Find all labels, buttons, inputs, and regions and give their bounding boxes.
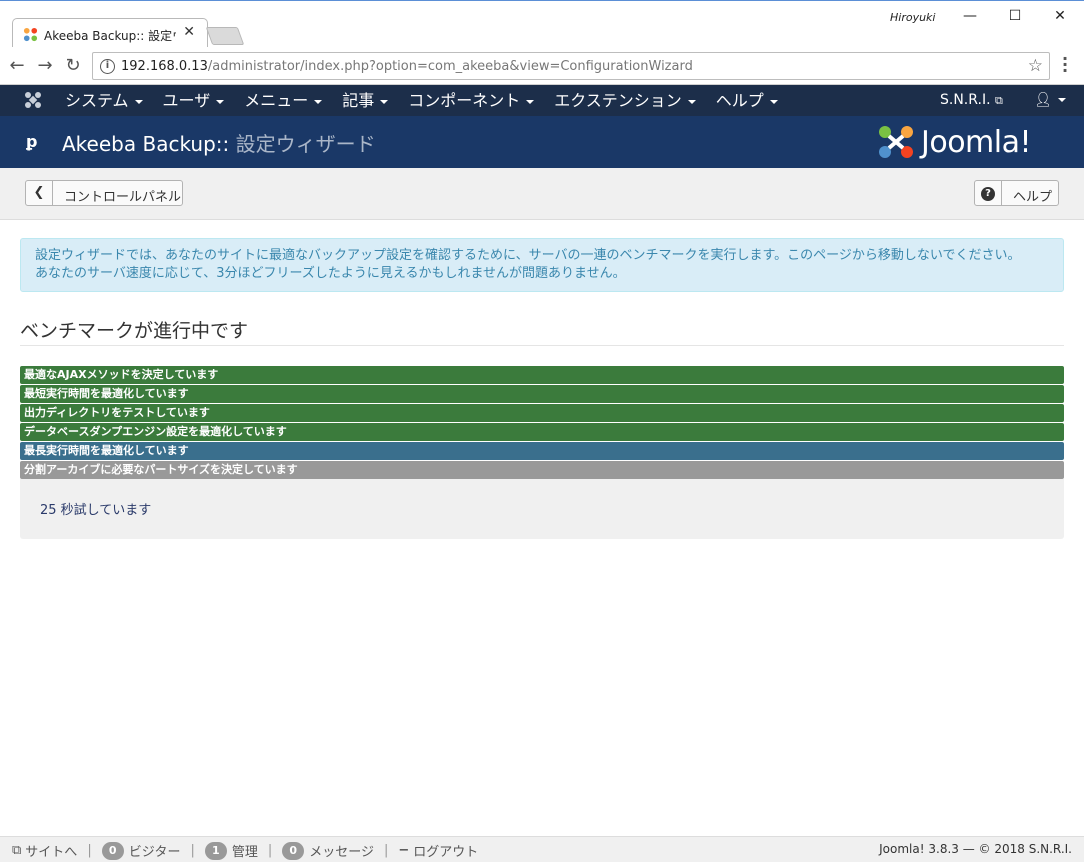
caret-down-icon [380, 99, 389, 104]
tab-title: Akeeba Backup:: 設定ウィ [44, 29, 176, 43]
external-link-icon: ⧉ [12, 843, 22, 858]
menu-content[interactable]: 記事 [342, 85, 408, 116]
admins-status[interactable]: 1 管理 [204, 841, 258, 860]
window-user: Hiroyuki [890, 11, 936, 24]
alert-line-1: 設定ウィザードでは、あなたのサイトに最適なバックアップ設定を確認するために、サー… [35, 248, 1021, 263]
step-db-dump-engine: データベースダンプエンジン設定を最適化しています [20, 423, 1064, 441]
back-arrow-icon[interactable]: ← [6, 55, 28, 77]
menu-extensions[interactable]: エクステンション [554, 85, 716, 116]
messages-status[interactable]: 0 メッセージ [282, 841, 374, 860]
chevron-left-icon: ❮ [26, 181, 53, 205]
step-min-exec-time: 最短実行時間を最適化しています [20, 385, 1064, 403]
menu-users[interactable]: ユーザ [163, 85, 245, 116]
messages-badge: 0 [282, 841, 305, 860]
footer-left: ⧉ サイトへ | 0 ビジター | 1 管理 | 0 メッセージ | − ログアウト [12, 841, 479, 860]
info-alert: 設定ウィザードでは、あなたのサイトに最適なバックアップ設定を確認するために、サー… [20, 238, 1064, 292]
bookmark-star-icon[interactable]: ☆ [1028, 56, 1043, 76]
benchmark-steps: 最適なAJAXメソッドを決定しています 最短実行時間を最適化しています 出力ディ… [20, 366, 1064, 480]
joomla-brand-icon [879, 126, 913, 158]
step-output-directory: 出力ディレクトリをテストしています [20, 404, 1064, 422]
view-site-link[interactable]: ⧉ サイトへ [12, 841, 77, 860]
menu-menus[interactable]: メニュー [244, 85, 342, 116]
minimize-icon[interactable]: — [948, 5, 992, 27]
visitors-badge: 0 [101, 841, 124, 860]
minus-icon: − [398, 843, 410, 858]
browser-tab[interactable]: Akeeba Backup:: 設定ウィ ✕ [12, 18, 208, 48]
joomla-brand-logo: Joomla! [877, 123, 1059, 161]
admins-badge: 1 [204, 841, 227, 860]
user-menu[interactable]: 👤︎ [1034, 85, 1066, 116]
plug-icon: ꝑ [26, 132, 38, 151]
admin-menu: システム ユーザ メニュー 記事 コンポーネント エクステンション ヘルプ [65, 85, 798, 116]
caret-down-icon [769, 99, 778, 104]
joomla-logo-icon[interactable] [24, 91, 42, 109]
tab-close-icon[interactable]: ✕ [183, 24, 195, 40]
help-button[interactable]: ? ヘルプ [974, 180, 1059, 206]
status-footer: ⧉ サイトへ | 0 ビジター | 1 管理 | 0 メッセージ | − ログアウト Jo… [0, 836, 1084, 862]
site-link[interactable]: S.N.R.I. ⧉ [940, 85, 1003, 116]
menu-components[interactable]: コンポーネント [408, 85, 554, 116]
step-ajax-method: 最適なAJAXメソッドを決定しています [20, 366, 1064, 384]
caret-down-icon [216, 99, 225, 104]
step-part-size: 分割アーカイブに必要なパートサイズを決定しています [20, 461, 1064, 479]
question-circle-icon: ? [975, 181, 1002, 205]
footer-version: Joomla! 3.8.3 — © 2018 S.N.R.I. [879, 842, 1072, 856]
page-title: Akeeba Backup:: 設定ウィザード [62, 132, 376, 156]
status-text: 25 秒試しています [40, 503, 152, 518]
info-icon[interactable]: i [100, 59, 115, 74]
status-well: 25 秒試しています [20, 479, 1064, 539]
caret-down-icon [526, 99, 535, 104]
caret-down-icon [314, 99, 323, 104]
caret-down-icon [134, 99, 143, 104]
caret-down-icon [687, 99, 696, 104]
menu-system[interactable]: システム [65, 85, 163, 116]
page-header: ꝑ Akeeba Backup:: 設定ウィザード Joomla! [0, 116, 1084, 168]
user-icon: 👤︎ [1034, 92, 1052, 108]
alert-line-2: あなたのサーバ速度に応じて、3分ほどフリーズしたように見えるかもしれませんが問題… [35, 266, 626, 281]
maximize-icon[interactable]: ☐ [993, 5, 1037, 27]
visitors-status[interactable]: 0 ビジター [101, 841, 180, 860]
browser-tabstrip: Akeeba Backup:: 設定ウィ ✕ Hiroyuki — ☐ ✕ [0, 0, 1084, 48]
forward-arrow-icon[interactable]: → [34, 55, 56, 77]
url-text: 192.168.0.13/administrator/index.php?opt… [121, 59, 693, 74]
menu-help[interactable]: ヘルプ [716, 85, 798, 116]
benchmark-heading: ベンチマークが進行中です [20, 316, 1064, 346]
joomla-favicon-icon [23, 27, 38, 42]
logout-link[interactable]: − ログアウト [398, 841, 478, 860]
caret-down-icon [1057, 98, 1066, 102]
address-bar-row: ← → ↻ i 192.168.0.13/administrator/index… [0, 47, 1084, 85]
control-panel-button[interactable]: ❮ コントロールパネル [25, 180, 183, 206]
step-max-exec-time: 最長実行時間を最適化しています [20, 442, 1064, 460]
url-input[interactable]: i 192.168.0.13/administrator/index.php?o… [92, 52, 1050, 80]
close-window-icon[interactable]: ✕ [1038, 5, 1082, 27]
browser-menu-icon[interactable]: · · · [1062, 51, 1068, 79]
reload-icon[interactable]: ↻ [62, 55, 84, 77]
toolbar: ❮ コントロールパネル ? ヘルプ [0, 168, 1084, 220]
external-link-icon: ⧉ [994, 94, 1003, 107]
new-tab-button[interactable] [205, 27, 245, 45]
admin-menu-bar: システム ユーザ メニュー 記事 コンポーネント エクステンション ヘルプ S.… [0, 85, 1084, 116]
